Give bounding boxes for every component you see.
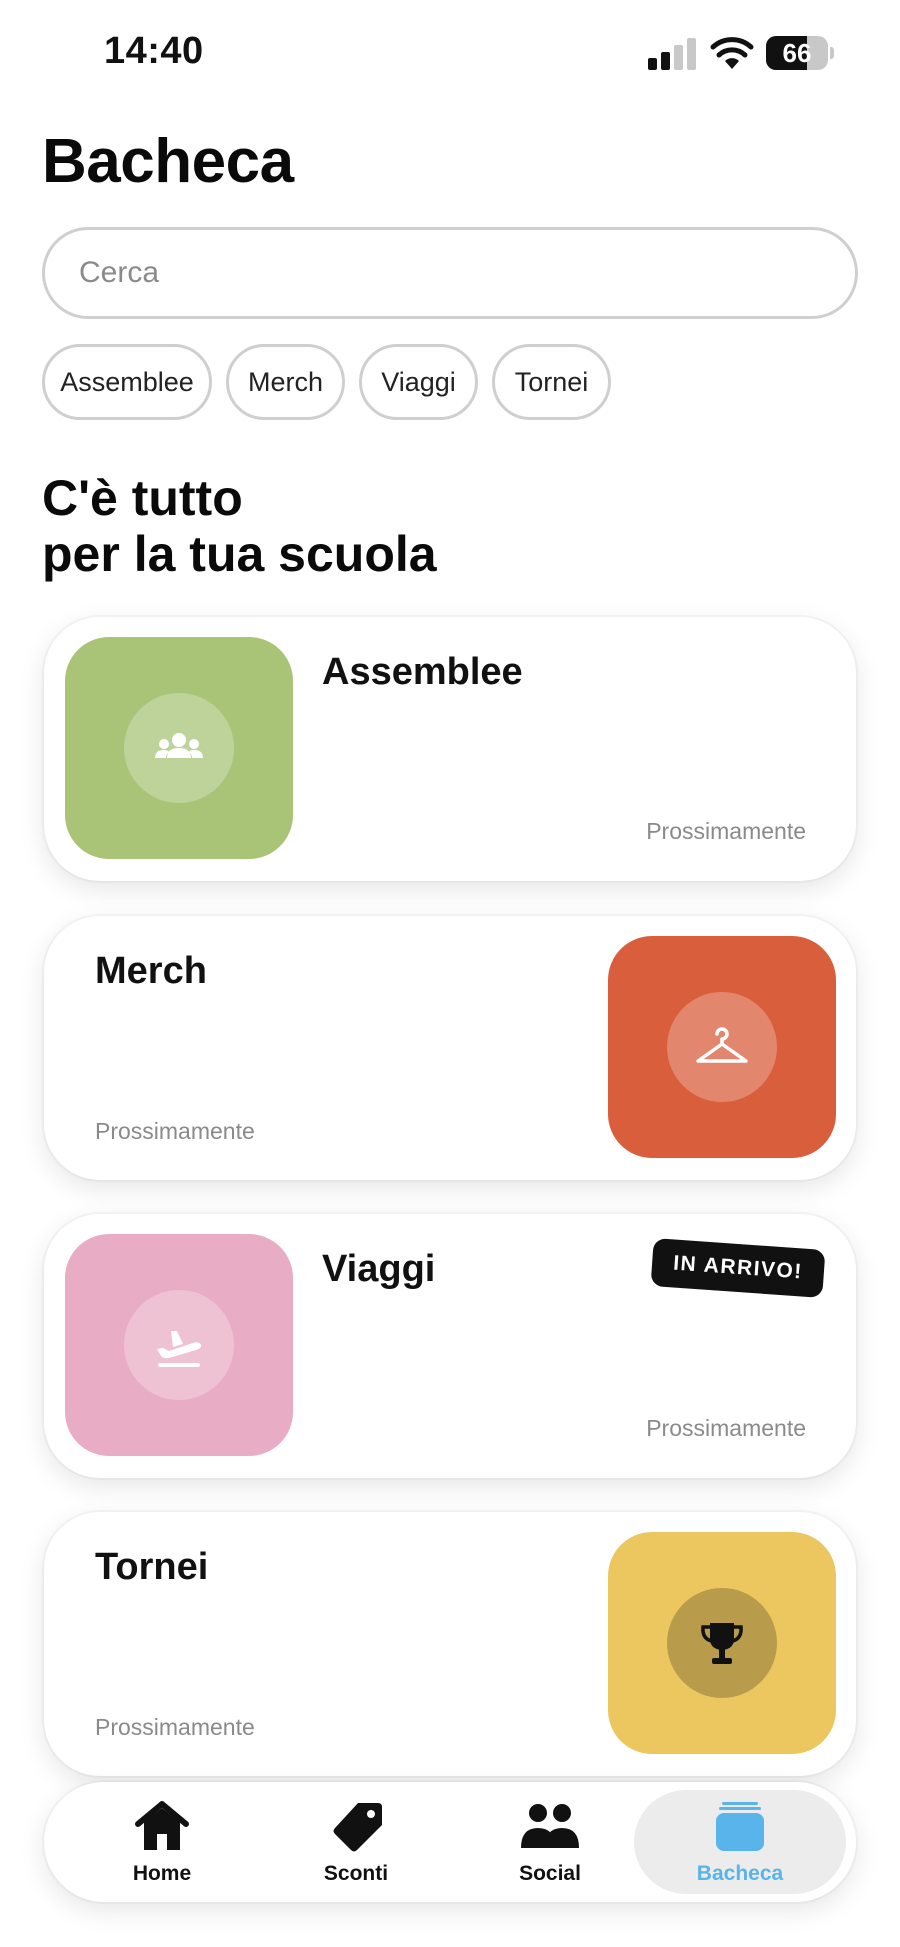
card-tile [65, 1234, 293, 1456]
card-status: Prossimamente [646, 1415, 806, 1441]
section-title-line-2: per la tua scuola [42, 526, 437, 582]
battery-percentage: 66 [782, 38, 812, 68]
card-status: Prossimamente [646, 818, 806, 844]
status-time: 14:40 [104, 30, 204, 72]
nav-label-sconti: Sconti [323, 1862, 389, 1885]
chip-tornei[interactable]: Tornei [492, 344, 611, 420]
airplane-icon [157, 1331, 202, 1367]
tag-icon [333, 1803, 382, 1852]
chip-viaggi[interactable]: Viaggi [359, 344, 478, 420]
trophy-icon [701, 1623, 743, 1664]
chip-assemblee[interactable]: Assemblee [42, 344, 212, 420]
chip-merch[interactable]: Merch [226, 344, 345, 420]
search-bar[interactable] [42, 227, 858, 319]
wifi-icon [710, 36, 754, 70]
card-merch[interactable]: Merch Prossimamente [44, 916, 856, 1180]
card-viaggi[interactable]: Viaggi IN ARRIVO! Prossimamente [44, 1214, 856, 1478]
social-people-icon [521, 1804, 579, 1848]
battery-icon: 66 [766, 36, 834, 70]
cellular-signal-icon [648, 38, 696, 70]
card-tile [608, 1532, 836, 1754]
bottom-navigation: Home Sconti Social Bacheca [44, 1782, 856, 1902]
hanger-icon [696, 1027, 748, 1063]
nav-item-sconti[interactable]: Sconti [266, 1782, 446, 1902]
card-status: Prossimamente [95, 1118, 255, 1144]
coming-soon-badge: IN ARRIVO! [650, 1238, 826, 1298]
section-title: C'è tutto per la tua scuola [42, 470, 437, 582]
card-tornei[interactable]: Tornei Prossimamente [44, 1512, 856, 1776]
section-title-line-1: C'è tutto [42, 470, 243, 526]
nav-item-bacheca[interactable]: Bacheca [634, 1790, 846, 1894]
search-input[interactable] [79, 230, 819, 316]
card-tile [65, 637, 293, 859]
card-status: Prossimamente [95, 1714, 255, 1740]
people-icon [155, 733, 203, 758]
nav-label-social: Social [519, 1862, 581, 1885]
page-title: Bacheca [42, 127, 294, 196]
home-icon [135, 1801, 189, 1850]
nav-item-home[interactable]: Home [72, 1782, 252, 1902]
card-title: Viaggi [322, 1248, 436, 1290]
nav-label-bacheca: Bacheca [696, 1862, 784, 1885]
nav-item-social[interactable]: Social [460, 1782, 640, 1902]
nav-label-home: Home [132, 1862, 192, 1885]
cards-icon [716, 1802, 764, 1851]
status-bar: 14:40 66 [0, 0, 900, 100]
card-tile [608, 936, 836, 1158]
card-title: Merch [95, 950, 207, 992]
card-assemblee[interactable]: Assemblee Prossimamente [44, 617, 856, 881]
card-title: Assemblee [322, 651, 523, 693]
card-title: Tornei [95, 1546, 209, 1588]
